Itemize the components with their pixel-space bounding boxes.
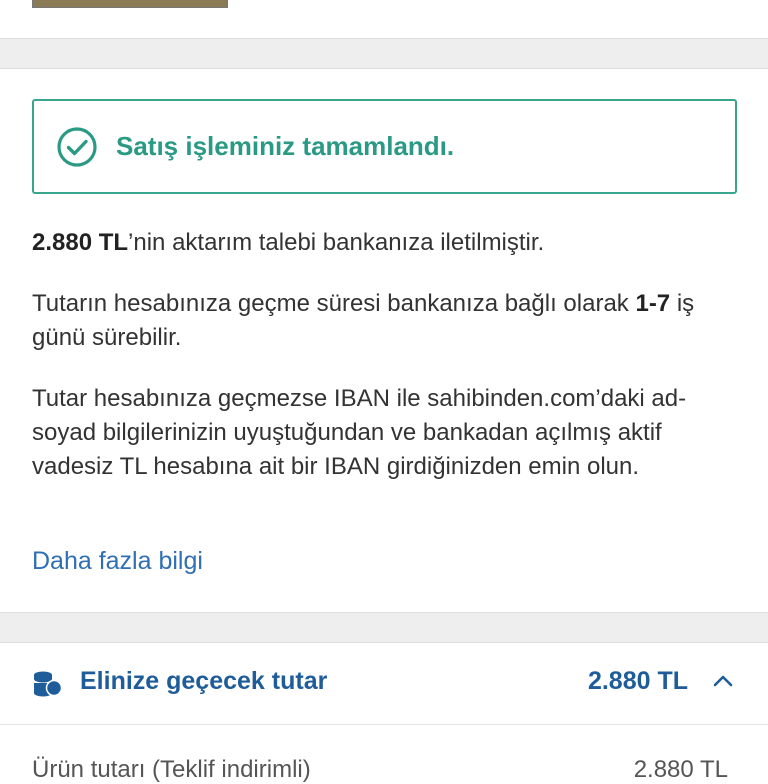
- duration-days: 1-7: [635, 290, 671, 317]
- product-thumbnail: [32, 0, 228, 8]
- net-amount-value: 2.880 TL: [587, 667, 688, 695]
- breakdown-value: 2.880 TL: [633, 756, 728, 783]
- success-alert: Satış işleminiz tamamlandı.: [32, 99, 737, 194]
- transfer-info-suffix: ’nin aktarım talebi bankanıza iletilmişt…: [128, 229, 545, 256]
- section-divider: [0, 38, 768, 69]
- success-message: Satış işleminiz tamamlandı.: [116, 131, 455, 161]
- coins-icon: [34, 671, 62, 697]
- iban-warning-text: Tutar hesabınıza geçmezse IBAN ile sahib…: [32, 385, 687, 480]
- more-info-link[interactable]: Daha fazla bilgi: [32, 547, 203, 576]
- check-circle-icon: [57, 126, 97, 167]
- breakdown-label: Ürün tutarı (Teklif indirimli): [32, 756, 311, 783]
- previous-section: [0, 0, 768, 38]
- breakdown-row: Ürün tutarı (Teklif indirimli) 2.880 TL: [0, 740, 768, 783]
- transfer-info-text: 2.880 TL’nin aktarım talebi bankanıza il…: [32, 226, 732, 260]
- duration-info-text: Tutarın hesabınıza geçme süresi bankanız…: [32, 287, 732, 355]
- chevron-up-icon[interactable]: [712, 673, 734, 689]
- duration-text-before: Tutarın hesabınıza geçme süresi bankanız…: [32, 290, 636, 317]
- net-amount-accordion[interactable]: Elinize geçecek tutar 2.880 TL: [0, 643, 768, 725]
- transfer-amount: 2.880 TL: [32, 229, 129, 256]
- net-amount-label: Elinize geçecek tutar: [80, 667, 328, 695]
- section-divider: [0, 612, 768, 643]
